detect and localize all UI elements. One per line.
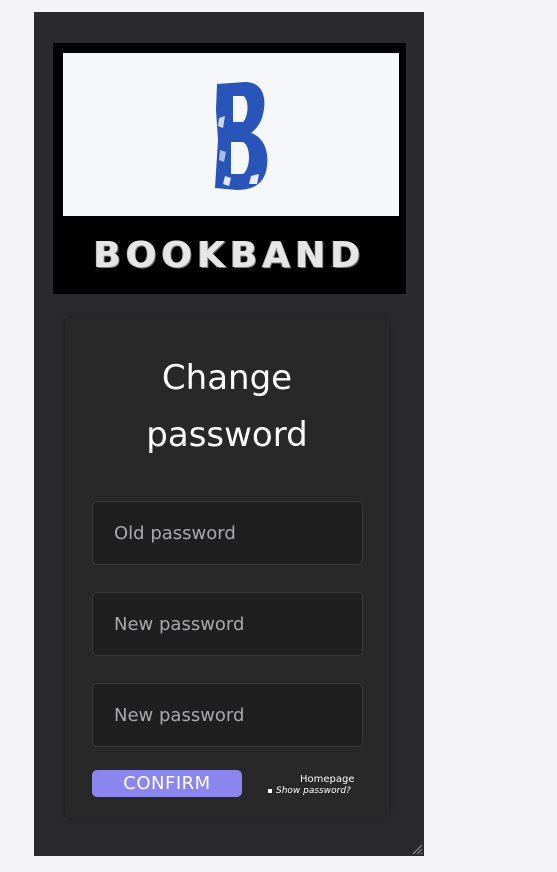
show-password-label[interactable]: Show password? — [276, 786, 351, 796]
show-password-toggle[interactable]: Show password? — [268, 786, 351, 796]
resize-grip-icon[interactable] — [411, 843, 423, 855]
page-title: Change password — [146, 358, 308, 455]
change-password-card: Change password CONFIRM Homepage Show pa… — [65, 318, 389, 818]
confirm-new-password-field[interactable] — [92, 683, 363, 747]
bookband-logo: BOOKBAND — [53, 43, 406, 294]
old-password-field[interactable] — [92, 501, 363, 565]
new-password-field[interactable] — [92, 592, 363, 656]
logo-b-icon — [215, 82, 268, 190]
logo-wordmark: BOOKBAND — [93, 235, 366, 276]
homepage-link[interactable]: Homepage — [300, 774, 355, 785]
confirm-button[interactable]: CONFIRM — [92, 770, 242, 797]
show-password-checkbox[interactable] — [268, 789, 272, 793]
logo-background — [63, 53, 399, 216]
login-panel: BOOKBAND Change password CONFIRM Homepag… — [34, 12, 424, 856]
